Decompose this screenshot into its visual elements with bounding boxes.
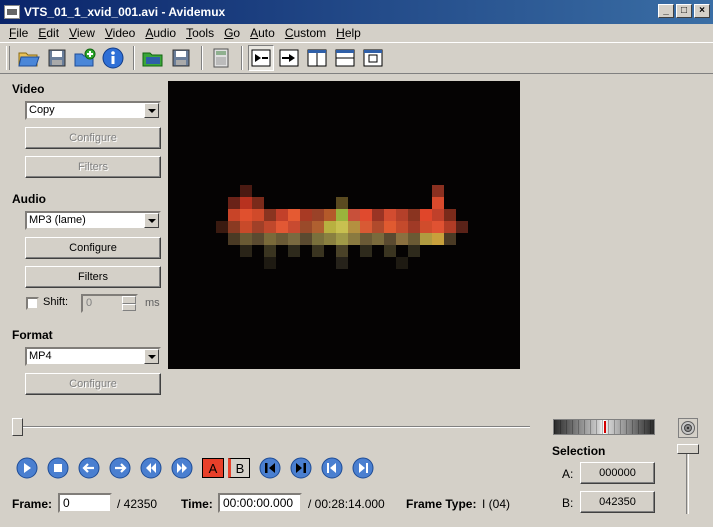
window-title: VTS_01_1_xvid_001.avi - Avidemux	[24, 5, 226, 19]
time-label: Time:	[181, 497, 213, 511]
goto-marker-a-icon[interactable]	[259, 457, 281, 479]
spin-arrows[interactable]	[122, 296, 136, 311]
menu-file[interactable]: File	[4, 26, 33, 40]
chevron-down-icon[interactable]	[144, 349, 159, 364]
jog-shuttle[interactable]	[553, 419, 655, 435]
format-configure-button[interactable]: Configure	[25, 373, 161, 395]
selection-b-button[interactable]: 042350	[580, 491, 655, 513]
selection-a-button[interactable]: 000000	[580, 462, 655, 484]
speaker-icon[interactable]	[678, 418, 698, 438]
menu-video[interactable]: Video	[100, 26, 140, 40]
volume-slider-track[interactable]	[686, 448, 689, 514]
video-configure-button[interactable]: Configure	[25, 127, 161, 149]
previous-keyframe-icon[interactable]	[140, 457, 162, 479]
frame-value: 0	[63, 496, 70, 510]
selection-title: Selection	[552, 444, 606, 458]
marker-b-label: B	[235, 460, 245, 476]
info-icon[interactable]	[100, 45, 126, 71]
avidemux-window: VTS_01_1_xvid_001.avi - Avidemux _ □ × F…	[0, 0, 713, 527]
video-filters-button[interactable]: Filters	[25, 156, 161, 178]
jog-center-mark	[604, 421, 606, 433]
display-output-icon[interactable]	[276, 45, 302, 71]
navigation-slider-thumb[interactable]	[12, 418, 23, 436]
audio-filters-button[interactable]: Filters	[25, 266, 161, 288]
frame-label: Frame:	[12, 497, 53, 511]
stop-icon[interactable]	[47, 457, 69, 479]
shift-label: Shift:	[43, 296, 69, 308]
time-total: / 00:28:14.000	[308, 497, 385, 511]
time-value: 00:00:00.000	[223, 496, 294, 510]
shift-checkbox[interactable]	[26, 297, 39, 310]
audio-section-label: Audio	[12, 192, 46, 206]
time-input[interactable]: 00:00:00.000	[218, 493, 302, 513]
audio-configure-button[interactable]: Configure	[25, 237, 161, 259]
menu-auto[interactable]: Auto	[245, 26, 280, 40]
video-section-label: Video	[12, 82, 45, 96]
format-value: MP4	[29, 350, 52, 362]
navigation-slider-track[interactable]	[14, 426, 530, 428]
audio-codec-select[interactable]: MP3 (lame)	[25, 211, 161, 230]
title-bar[interactable]: VTS_01_1_xvid_001.avi - Avidemux _ □ ×	[0, 0, 713, 24]
previous-frame-icon[interactable]	[78, 457, 100, 479]
open-folder-icon[interactable]	[16, 45, 42, 71]
display-input-icon[interactable]	[248, 45, 274, 71]
transport-controls: A B	[16, 456, 383, 480]
menu-view[interactable]: View	[64, 26, 100, 40]
set-marker-b-button[interactable]: B	[228, 458, 250, 478]
save-as-icon[interactable]	[168, 45, 194, 71]
minimize-button[interactable]: _	[658, 4, 674, 18]
toolbar-separator	[241, 46, 243, 70]
append-icon[interactable]	[72, 45, 98, 71]
save-icon[interactable]	[44, 45, 70, 71]
toolbar-grip[interactable]	[6, 46, 10, 70]
format-section-label: Format	[12, 328, 53, 342]
goto-marker-b-icon[interactable]	[290, 457, 312, 479]
frame-total: / 42350	[117, 497, 158, 511]
app-icon	[4, 5, 20, 19]
menu-audio[interactable]: Audio	[140, 26, 181, 40]
video-frame-image	[168, 81, 520, 369]
frame-type-value: I (04)	[482, 497, 511, 511]
chevron-down-icon[interactable]	[144, 103, 159, 118]
shift-value: 0	[86, 297, 93, 309]
first-frame-icon[interactable]	[321, 457, 343, 479]
toolbar-separator	[201, 46, 203, 70]
format-select[interactable]: MP4	[25, 347, 161, 366]
chevron-down-icon[interactable]	[144, 213, 159, 228]
menu-tools[interactable]: Tools	[181, 26, 219, 40]
video-codec-value: Copy	[29, 104, 55, 116]
calculator-icon[interactable]	[208, 45, 234, 71]
toolbar-separator	[133, 46, 135, 70]
marker-a-label: A	[208, 460, 218, 476]
top-bottom-icon[interactable]	[332, 45, 358, 71]
ms-unit-label: ms	[145, 297, 160, 309]
selection-a-label: A:	[562, 467, 574, 481]
close-button[interactable]: ×	[694, 4, 710, 18]
single-view-icon[interactable]	[360, 45, 386, 71]
window-controls: _ □ ×	[656, 4, 710, 18]
frame-type-label: Frame Type:	[406, 497, 477, 511]
side-by-side-icon[interactable]	[304, 45, 330, 71]
maximize-button[interactable]: □	[676, 4, 692, 18]
next-frame-icon[interactable]	[109, 457, 131, 479]
audio-codec-value: MP3 (lame)	[29, 214, 86, 226]
menu-help[interactable]: Help	[331, 26, 366, 40]
video-codec-select[interactable]: Copy	[25, 101, 161, 120]
selection-b-label: B:	[562, 496, 574, 510]
menu-go[interactable]: Go	[219, 26, 245, 40]
open-folder-green-icon[interactable]	[140, 45, 166, 71]
frame-input[interactable]: 0	[58, 493, 112, 513]
menu-edit[interactable]: Edit	[33, 26, 64, 40]
next-keyframe-icon[interactable]	[171, 457, 193, 479]
video-preview	[168, 81, 520, 369]
shift-spinbox[interactable]: 0	[81, 294, 138, 313]
menu-custom[interactable]: Custom	[280, 26, 331, 40]
volume-slider-thumb[interactable]	[677, 444, 699, 454]
set-marker-a-button[interactable]: A	[202, 458, 224, 478]
last-frame-icon[interactable]	[352, 457, 374, 479]
toolbar	[0, 42, 713, 74]
play-icon[interactable]	[16, 457, 38, 479]
menu-bar: File Edit View Video Audio Tools Go Auto…	[0, 24, 713, 42]
